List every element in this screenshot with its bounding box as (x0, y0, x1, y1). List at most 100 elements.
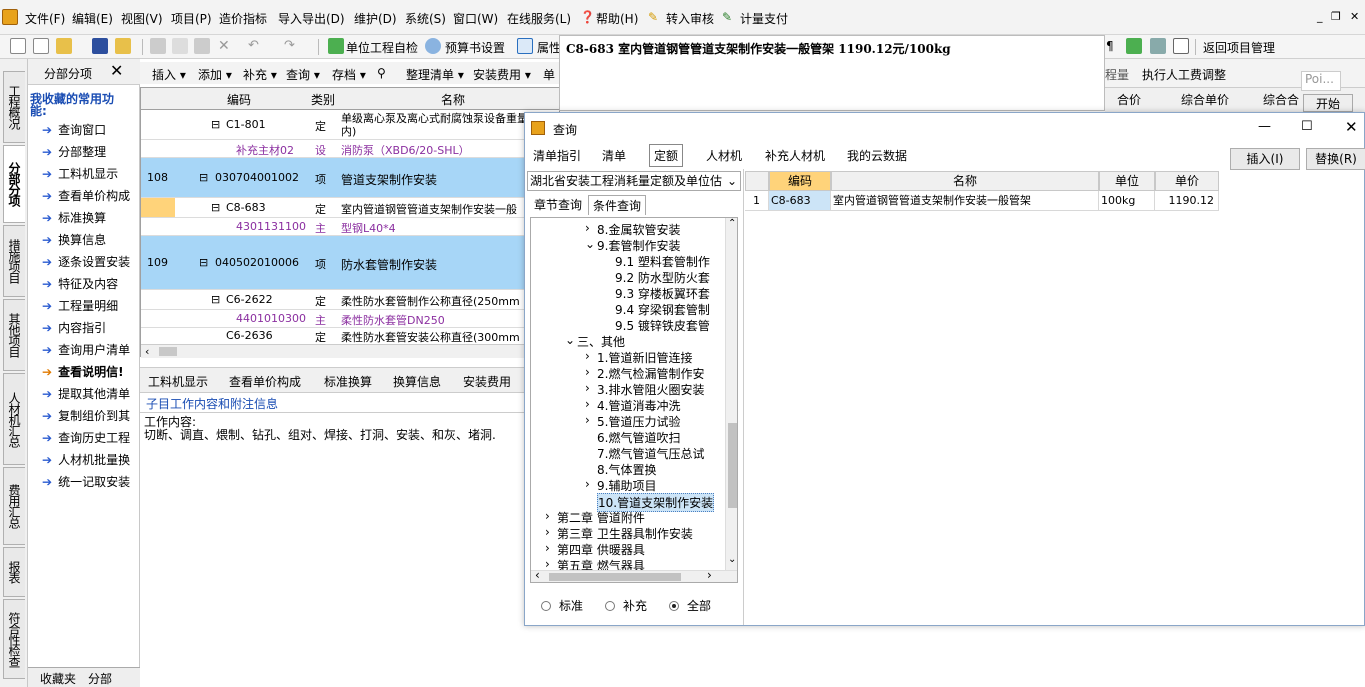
menu-import-export[interactable]: 导入导出(D) (278, 10, 345, 27)
maximize-icon[interactable]: ☐ (1301, 119, 1313, 134)
collapse-icon[interactable]: ⊟ (211, 293, 220, 306)
fav-item[interactable]: ➔ 内容指引 (42, 319, 138, 336)
fav-item[interactable]: ➔ 工程量明细 (42, 297, 138, 314)
start-button[interactable]: 开始 (1303, 94, 1353, 112)
organize-list-dropdown[interactable]: 整理清单 ▾ (406, 66, 464, 83)
menu-help[interactable]: 帮助(H) (596, 10, 638, 27)
menu-window[interactable]: 窗口(W) (453, 10, 498, 27)
replace-button[interactable]: 替换(R) (1306, 148, 1365, 170)
return-project-button[interactable]: 返回项目管理 (1203, 39, 1275, 56)
result-name[interactable]: 室内管道钢管管道支架制作安装一般管架 (831, 191, 1099, 211)
library-select[interactable]: 湖北省安装工程消耗量定额及单位估 ⌄ (527, 171, 741, 191)
unit-dropdown[interactable]: 单 (543, 66, 555, 83)
tab-list[interactable]: 清单 (598, 146, 630, 165)
table-row[interactable]: 109 ⊟ 040502010006 项 防水套管制作安装 (141, 236, 561, 290)
insert-dropdown[interactable]: 插入 ▾ (152, 66, 186, 83)
tree-node[interactable]: 6.燃气管道吹扫 (597, 429, 680, 446)
col-total[interactable]: 合价 (1117, 91, 1141, 108)
fav-item[interactable]: ➔ 查询用户清单 (42, 341, 138, 358)
chevron-down-icon[interactable]: ⌄ (565, 333, 575, 347)
menu-project[interactable]: 项目(P) (171, 10, 212, 27)
table-row[interactable]: 108 ⊟ 030704001002 项 管道支架制作安装 (141, 158, 561, 198)
fav-item[interactable]: ➔ 工料机显示 (42, 165, 138, 182)
radio-all[interactable]: 全部 (669, 597, 711, 614)
result-price[interactable]: 1190.12 (1155, 191, 1219, 211)
chevron-right-icon[interactable]: › (585, 349, 590, 363)
tab-install-fee[interactable]: 安装费用 (463, 373, 511, 390)
attr-button[interactable]: 属性 (537, 39, 561, 56)
tree-node[interactable]: 5.管道压力试验 (597, 413, 680, 430)
fav-item[interactable]: ➔ 查询窗口 (42, 121, 138, 138)
scroll-left-icon[interactable]: ‹ (145, 345, 149, 358)
fav-item[interactable]: ➔ 复制组价到其 (42, 407, 138, 424)
result-unit[interactable]: 100kg (1099, 191, 1155, 211)
close-app-icon[interactable]: ✕ (1350, 10, 1359, 23)
tree-node[interactable]: 1.管道新旧管连接 (597, 349, 692, 366)
paste-icon[interactable] (194, 38, 210, 54)
tree-horizontal-scrollbar[interactable]: ‹ › (531, 568, 737, 582)
delete-icon[interactable]: ✕ (218, 38, 234, 54)
tree-node[interactable]: 8.气体置换 (597, 461, 656, 478)
tab-labor-material[interactable]: 人材机 (702, 146, 746, 165)
radio-supplement[interactable]: 补充 (605, 597, 647, 614)
col-name[interactable]: 名称 (831, 171, 1099, 191)
scroll-down-icon[interactable]: ⌄ (728, 554, 736, 565)
collapse-icon[interactable]: ⊟ (211, 201, 220, 214)
fav-item[interactable]: ➔ 查看说明信! (42, 363, 138, 380)
open-icon[interactable] (56, 38, 72, 54)
fav-item[interactable]: ➔ 查询历史工程 (42, 429, 138, 446)
table-row[interactable]: 补充主材02 设 消防泵（XBD6/20-SHL） (141, 140, 561, 158)
binoculars-icon[interactable]: ⚲ (377, 66, 386, 80)
chevron-right-icon[interactable]: › (585, 221, 590, 235)
tree-vertical-scrollbar[interactable]: ⌃ ⌄ (725, 218, 737, 570)
undo-icon[interactable]: ↶ (248, 38, 264, 54)
tab-cloud-data[interactable]: 我的云数据 (843, 146, 911, 165)
tab-list-guide[interactable]: 清单指引 (529, 146, 585, 165)
cut-icon[interactable] (150, 38, 166, 54)
tree-node[interactable]: 9.辅助项目 (597, 477, 656, 494)
tab-quota[interactable]: 定额 (649, 144, 684, 167)
table-row[interactable]: ⊟ C8-683 定 室内管道钢管管道支架制作安装一般 (141, 198, 561, 218)
collapse-icon[interactable]: ⊟ (211, 118, 220, 131)
menu-maintain[interactable]: 维护(D) (354, 10, 397, 27)
col-unit-price[interactable]: 综合单价 (1181, 91, 1229, 108)
archive-dropdown[interactable]: 存档 ▾ (332, 66, 366, 83)
tab-project-overview[interactable]: 工程概况 (3, 71, 25, 143)
tab-fb[interactable]: 分部 (88, 670, 112, 687)
col-code[interactable]: 编码 (227, 91, 251, 108)
table-row[interactable]: 4401010300 主 柔性防水套管DN250 (141, 310, 561, 328)
tab-labor-material-summary[interactable]: 人材机汇总 (3, 373, 25, 465)
tab-supplement-labor[interactable]: 补充人材机 (761, 146, 829, 165)
chevron-right-icon[interactable]: › (585, 381, 590, 395)
tab-cost-summary[interactable]: 费用汇总 (3, 467, 25, 545)
tab-unit-price[interactable]: 查看单价构成 (229, 373, 301, 390)
tree-node[interactable]: 9.3 穿楼板翼环套 (615, 285, 710, 302)
new-template-icon[interactable] (33, 38, 49, 54)
paragraph-icon[interactable]: ¶ (1106, 39, 1114, 53)
scroll-up-icon[interactable]: ⌃ (728, 218, 736, 229)
col-code[interactable]: 编码 (769, 171, 831, 191)
col-combined[interactable]: 综合合 (1263, 91, 1299, 108)
chevron-right-icon[interactable]: › (545, 525, 550, 539)
menu-transfer-review[interactable]: 转入审核 (666, 10, 714, 27)
fav-item[interactable]: ➔ 分部整理 (42, 143, 138, 160)
budget-settings-button[interactable]: 预算书设置 (445, 39, 505, 56)
table-row[interactable]: C6-2636 定 柔性防水套管安装公称直径(300mm (141, 328, 561, 344)
chevron-right-icon[interactable]: › (545, 557, 550, 571)
tree-node[interactable]: 9.5 镀锌铁皮套管 (615, 317, 710, 334)
tree-node[interactable]: 3.排水管阻火圈安装 (597, 381, 704, 398)
fav-item[interactable]: ➔ 逐条设置安装 (42, 253, 138, 270)
tab-labor-material[interactable]: 工料机显示 (148, 373, 208, 390)
col-type[interactable]: 类别 (311, 91, 335, 108)
tab-favorites[interactable]: 收藏夹 (40, 670, 76, 687)
radio-standard[interactable]: 标准 (541, 597, 583, 614)
grid-horizontal-scrollbar[interactable]: ‹ (141, 344, 561, 358)
tree-node[interactable]: 7.燃气管道气压总试 (597, 445, 704, 462)
tree-node[interactable]: 9.套管制作安装 (597, 237, 680, 254)
chevron-right-icon[interactable]: › (545, 509, 550, 523)
fav-item[interactable]: ➔ 标准换算 (42, 209, 138, 226)
menu-online-service[interactable]: 在线服务(L) (507, 10, 571, 27)
tab-conversion-info[interactable]: 换算信息 (393, 373, 441, 390)
fav-item[interactable]: ➔ 换算信息 (42, 231, 138, 248)
menu-view[interactable]: 视图(V) (121, 10, 163, 27)
